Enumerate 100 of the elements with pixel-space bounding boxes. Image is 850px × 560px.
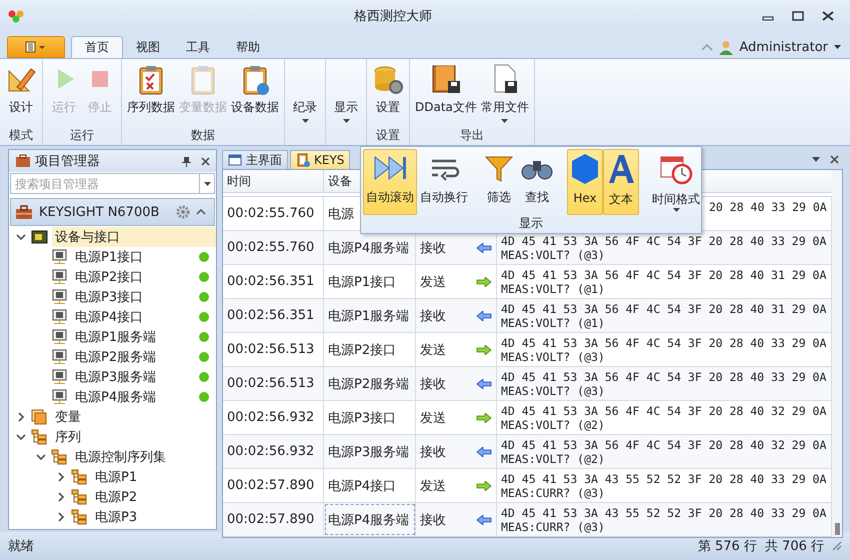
tree-item[interactable]: 电源P4接口 xyxy=(72,307,194,327)
tree-item[interactable]: 电源P1接口 xyxy=(72,247,194,267)
table-cell-text: 发送 xyxy=(419,342,447,360)
hierarchy-icon xyxy=(71,489,88,505)
scrollbar-thumb[interactable] xyxy=(835,523,840,535)
maximize-icon[interactable] xyxy=(792,11,804,21)
hex-text: 4D 45 41 53 3A 56 4F 4C 54 3F 20 28 40 33 29 0A xyxy=(501,370,826,384)
close-icon[interactable] xyxy=(822,11,834,21)
hex-text: 4D 45 41 53 3A 56 4F 4C 54 3F 20 28 40 31 29 0A xyxy=(501,302,826,316)
tree-item[interactable]: 序列 xyxy=(52,427,216,447)
collapsed-icon[interactable] xyxy=(56,472,66,482)
table-cell-text: 接收 xyxy=(419,240,447,258)
ribbon-button[interactable]: 常用文件 xyxy=(478,59,531,127)
ribbon-tab[interactable]: 首页 xyxy=(71,36,123,58)
tree-item[interactable]: 电源P1 xyxy=(92,467,216,487)
collapsed-icon[interactable] xyxy=(56,512,66,522)
collapsed-icon[interactable] xyxy=(56,492,66,502)
ribbon-button[interactable]: 设置 xyxy=(370,59,406,127)
table-cell: 电源P1接口 xyxy=(324,265,416,298)
hex-text: 4D 45 41 53 3A 56 4F 4C 54 3F 20 28 40 31 29 0A xyxy=(501,268,826,282)
ribbon-group-label: 运行 xyxy=(69,127,95,144)
toggle-button[interactable]: Hex xyxy=(567,149,603,215)
ribbon-button[interactable]: 纪录 xyxy=(288,59,322,145)
status-total-lines: 共 706 行 xyxy=(764,538,824,555)
table-cell-text: 接收 xyxy=(419,512,447,530)
toggle-button[interactable]: 筛选 xyxy=(481,149,517,215)
ascii-text: MEAS:VOLT? (@2) xyxy=(501,418,605,432)
document-tab[interactable]: KEYS xyxy=(290,150,350,169)
toggle-button[interactable]: 时间格式 xyxy=(649,149,703,215)
ribbon-group-label: 模式 xyxy=(8,127,34,144)
table-cell: 00:02:56.351 xyxy=(223,299,324,332)
table-cell: 00:02:56.932 xyxy=(223,401,324,434)
toggle-button[interactable]: 自动换行 xyxy=(417,149,471,215)
tree-item[interactable]: 电源控制序列集 xyxy=(72,447,216,467)
settings-icon[interactable] xyxy=(176,205,190,219)
caret-icon xyxy=(204,182,210,186)
fast-forward-icon xyxy=(372,153,408,183)
tree-item[interactable]: 设备与接口 xyxy=(52,227,216,247)
table-cell-text: 接收 xyxy=(419,308,447,326)
window-icon xyxy=(228,154,242,166)
tree-item[interactable]: 电源P3服务端 xyxy=(72,367,194,387)
hex-text: 4D 45 41 53 3A 56 4F 4C 54 3F 20 28 40 33 29 0A xyxy=(501,336,826,350)
monitor-icon xyxy=(51,389,68,405)
table-cell: 电源P4接口 xyxy=(324,469,416,502)
monitor-icon xyxy=(51,269,68,285)
pin-icon[interactable] xyxy=(182,156,191,166)
hex-text: 4D 45 41 53 3A 43 55 52 52 3F 20 28 40 33 29 0A xyxy=(501,472,826,486)
status-line-number: 第 576 行 xyxy=(698,538,757,555)
ribbon-button[interactable]: 序列数据 xyxy=(125,59,177,127)
collapse-icon[interactable] xyxy=(196,209,206,215)
expanded-icon[interactable] xyxy=(16,232,26,242)
table-cell-text: 发送 xyxy=(419,274,447,292)
ribbon-button[interactable]: 显示 xyxy=(329,59,363,145)
tree-item[interactable]: 变量 xyxy=(52,407,216,427)
dropdown-icon[interactable] xyxy=(812,156,820,162)
ascii-text: MEAS:VOLT? (@3) xyxy=(501,350,605,364)
tree-item[interactable]: 电源P2服务端 xyxy=(72,347,194,367)
ribbon-tab[interactable]: 视图 xyxy=(123,36,173,58)
tree-item[interactable]: 电源P4服务端 xyxy=(72,387,194,407)
column-header[interactable]: 时间 xyxy=(223,170,324,192)
circuit-board-icon xyxy=(31,229,48,245)
table-cell-text: 接收 xyxy=(419,444,447,462)
monitor-icon xyxy=(51,249,68,265)
ribbon-tab[interactable]: 工具 xyxy=(173,36,223,58)
dropdown-button[interactable] xyxy=(199,173,215,194)
ribbon-button[interactable]: 设备数据 xyxy=(229,59,281,127)
hierarchy-icon xyxy=(51,449,68,465)
toggle-button[interactable]: 查找 xyxy=(517,149,557,215)
table-cell-text: 接收 xyxy=(419,376,447,394)
search-field[interactable]: 搜索项目管理器 xyxy=(10,173,199,194)
tree-item[interactable]: 电源P2 xyxy=(92,487,216,507)
monitor-icon xyxy=(51,349,68,365)
close-icon[interactable] xyxy=(201,156,210,166)
app-logo-icon xyxy=(8,9,24,23)
ribbon-button[interactable]: DData文件 xyxy=(413,59,479,127)
tree-item[interactable]: 电源P2接口 xyxy=(72,267,194,287)
table-cell: 电源P3服务端 xyxy=(324,435,416,468)
user-menu-button[interactable]: Administrator xyxy=(739,40,842,54)
ribbon-tab[interactable]: 帮助 xyxy=(223,36,273,58)
table-cell: 00:02:57.890 xyxy=(223,469,324,502)
status-text: 就绪 xyxy=(8,538,34,555)
stack-icon xyxy=(31,409,48,425)
table-cell: 00:02:56.513 xyxy=(223,367,324,400)
expanded-icon[interactable] xyxy=(36,452,46,462)
application-menu-button[interactable] xyxy=(7,36,65,58)
tree-item[interactable]: 电源P1服务端 xyxy=(72,327,194,347)
resize-grip-icon[interactable] xyxy=(832,541,842,551)
toggle-button[interactable]: 文本 xyxy=(603,149,639,215)
expanded-icon[interactable] xyxy=(16,432,26,442)
tree-item[interactable]: 电源P3 xyxy=(92,507,216,527)
monitor-icon xyxy=(51,369,68,385)
briefcase-icon xyxy=(15,154,31,168)
ribbon-button[interactable]: 设计 xyxy=(3,59,39,127)
tree-item[interactable]: 电源P3接口 xyxy=(72,287,194,307)
close-icon[interactable] xyxy=(830,154,839,164)
hex-text: 4D 45 41 53 3A 56 4F 4C 54 3F 20 28 40 32 29 0A xyxy=(501,438,826,452)
document-tab[interactable]: 主界面 xyxy=(222,150,288,169)
toggle-button[interactable]: 自动滚动 xyxy=(363,149,417,215)
collapsed-icon[interactable] xyxy=(16,412,26,422)
table-cell: 00:02:55.760 xyxy=(223,231,324,264)
